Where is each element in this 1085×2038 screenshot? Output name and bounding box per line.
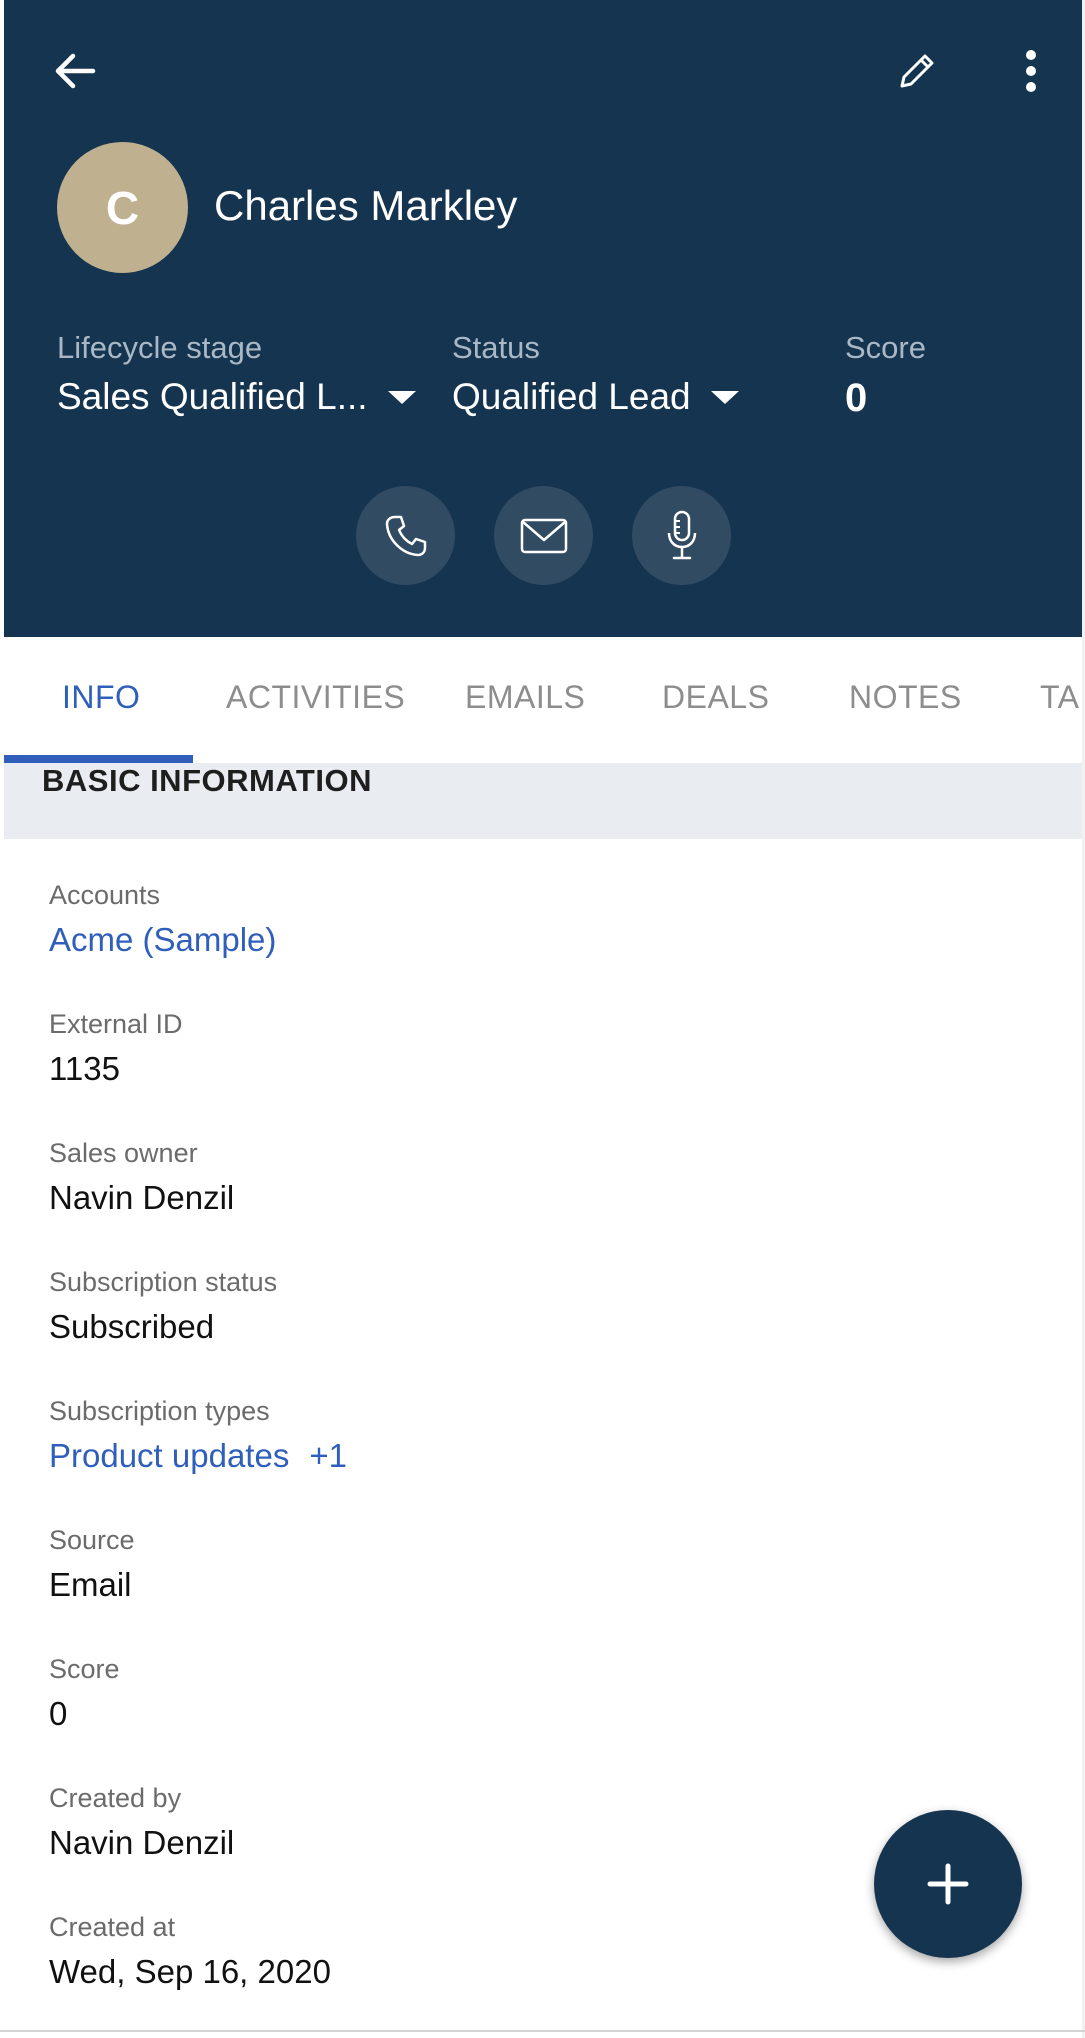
more-options-button[interactable] (996, 36, 1066, 106)
lifecycle-stage-selector[interactable]: Lifecycle stage Sales Qualified L... (57, 330, 416, 418)
subscription-type-value: Product updates (49, 1437, 290, 1474)
field-label: Subscription status (49, 1267, 278, 1297)
call-button[interactable] (356, 486, 455, 585)
field-value: Wed, Sep 16, 2020 (49, 1953, 331, 1990)
status-value: Qualified Lead (452, 376, 691, 417)
pencil-icon (900, 54, 934, 88)
edit-button[interactable] (882, 36, 952, 106)
arrow-left-icon (55, 53, 96, 89)
tab-emails[interactable]: EMAILS (465, 679, 585, 716)
tab-bar: INFO ACTIVITIES EMAILS DEALS NOTES TA (4, 637, 1082, 763)
plus-icon (927, 1863, 969, 1905)
field-label: Created by (49, 1783, 182, 1813)
field-created-at: Created at Wed, Sep 16, 2020 (49, 1912, 1029, 2038)
account-link[interactable]: Acme (Sample) (49, 921, 1029, 959)
score-label: Score (845, 330, 926, 365)
field-value: Navin Denzil (49, 1179, 235, 1216)
field-label: Source (49, 1525, 135, 1555)
score-stat: Score 0 (845, 330, 926, 421)
section-title: BASIC INFORMATION (42, 763, 372, 798)
field-subscription-types: Subscription types Product updates +1 (49, 1396, 1029, 1525)
field-external-id: External ID 1135 (49, 1009, 1029, 1138)
contact-header: C Charles Markley Lifecycle stage Sales … (4, 0, 1082, 637)
tab-notes[interactable]: NOTES (849, 679, 962, 716)
tab-activities[interactable]: ACTIVITIES (226, 679, 405, 716)
email-button[interactable] (494, 486, 593, 585)
status-selector[interactable]: Status Qualified Lead (452, 330, 739, 418)
field-label: External ID (49, 1009, 183, 1039)
field-score: Score 0 (49, 1654, 1029, 1783)
field-value: 0 (49, 1695, 68, 1732)
field-label: Score (49, 1654, 120, 1684)
score-value: 0 (845, 376, 868, 420)
status-label: Status (452, 330, 540, 365)
tab-info[interactable]: INFO (62, 679, 140, 716)
active-tab-indicator (4, 755, 193, 763)
field-sales-owner: Sales owner Navin Denzil (49, 1138, 1029, 1267)
contact-detail-screen: C Charles Markley Lifecycle stage Sales … (0, 0, 1085, 2038)
avatar: C (57, 142, 188, 273)
chevron-down-icon (710, 390, 739, 404)
field-source: Source Email (49, 1525, 1029, 1654)
more-vertical-icon (1026, 50, 1036, 92)
lifecycle-stage-value: Sales Qualified L... (57, 376, 368, 417)
field-label: Sales owner (49, 1138, 198, 1168)
add-button[interactable] (874, 1810, 1022, 1958)
voice-note-button[interactable] (632, 486, 731, 585)
field-subscription-status: Subscription status Subscribed (49, 1267, 1029, 1396)
microphone-icon (667, 510, 696, 559)
section-header: BASIC INFORMATION (4, 763, 1082, 839)
back-button[interactable] (40, 36, 110, 106)
tab-tasks[interactable]: TA (1040, 679, 1080, 716)
subscription-types-link[interactable]: Product updates +1 (49, 1437, 1029, 1475)
field-label: Accounts (49, 880, 161, 910)
contact-name: Charles Markley (214, 182, 518, 229)
divider (0, 2030, 1085, 2032)
field-value: Email (49, 1566, 132, 1603)
lifecycle-stage-label: Lifecycle stage (57, 330, 263, 365)
subscription-type-more-count: +1 (309, 1437, 347, 1474)
avatar-initial: C (105, 181, 140, 234)
field-accounts: Accounts Acme (Sample) (49, 880, 1029, 1009)
field-label: Subscription types (49, 1396, 270, 1426)
tab-deals[interactable]: DEALS (662, 679, 769, 716)
mail-icon (520, 518, 567, 553)
phone-icon (385, 515, 426, 556)
field-value: Subscribed (49, 1308, 215, 1345)
field-value: 1135 (49, 1050, 120, 1087)
chevron-down-icon (387, 390, 416, 404)
